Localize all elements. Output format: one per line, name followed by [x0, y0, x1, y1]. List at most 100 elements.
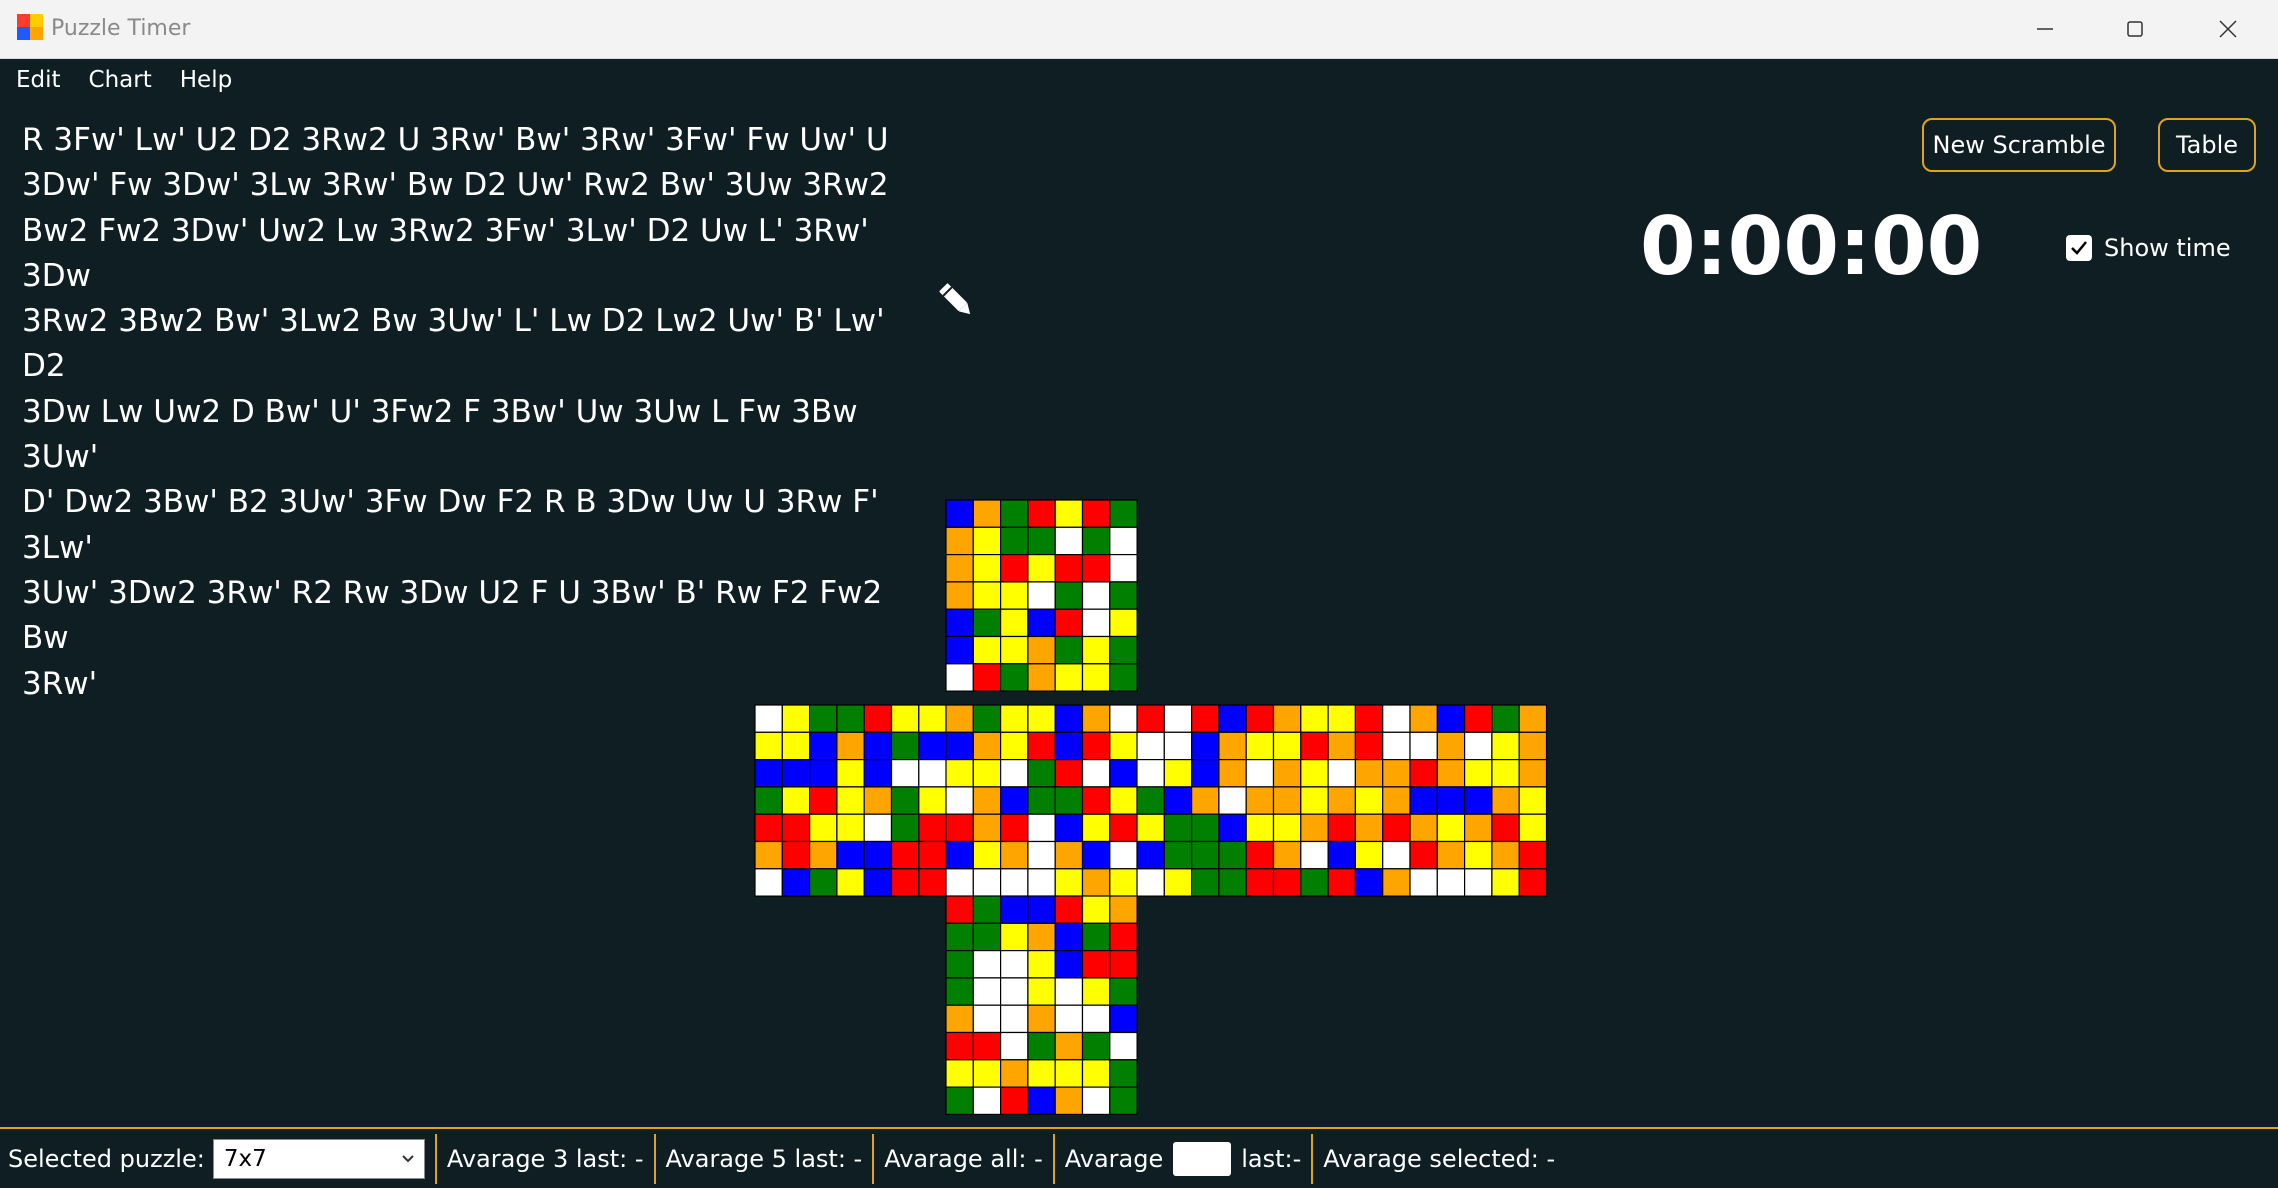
cube-sticker-right	[1163, 840, 1193, 870]
cube-sticker-up	[999, 608, 1029, 638]
cube-sticker-right	[1218, 786, 1247, 815]
cube-sticker-left	[890, 868, 920, 897]
cube-sticker-up	[1081, 499, 1111, 528]
cube-sticker-up	[1109, 663, 1138, 692]
cube-sticker-right	[1327, 758, 1356, 788]
cube-sticker-left	[890, 813, 920, 843]
cube-sticker-left	[863, 786, 893, 815]
cube-sticker-up	[1027, 553, 1056, 583]
cube-sticker-front	[999, 868, 1029, 897]
cube-sticker-left	[836, 758, 865, 788]
cube-sticker-down	[1054, 1004, 1084, 1034]
cube-sticker-down	[1027, 895, 1056, 924]
cube-sticker-right	[1409, 758, 1438, 788]
cube-sticker-right	[1354, 813, 1384, 843]
cube-sticker-right	[1436, 731, 1466, 761]
cube-sticker-down	[999, 895, 1029, 924]
cube-sticker-up	[1109, 499, 1138, 528]
cube-sticker-right	[1518, 731, 1548, 761]
cube-sticker-up	[945, 526, 974, 556]
cube-sticker-right	[1190, 786, 1220, 815]
cube-sticker-front	[1081, 813, 1111, 843]
cube-sticker-left	[863, 731, 893, 761]
cube-sticker-front	[999, 786, 1029, 815]
cube-sticker-up	[1081, 663, 1111, 692]
average-5-last: Avarage 5 last: -	[665, 1144, 863, 1173]
cube-sticker-up	[945, 663, 974, 692]
cube-sticker-right	[1190, 840, 1220, 870]
cube-sticker-left	[754, 868, 783, 897]
cube-sticker-right	[1491, 786, 1520, 815]
cube-sticker-right	[1136, 840, 1165, 870]
cube-sticker-front	[1054, 731, 1084, 761]
puzzle-select-value: 7x7	[223, 1145, 267, 1172]
cube-sticker-left	[836, 786, 865, 815]
cube-sticker-right	[1272, 840, 1302, 870]
cube-sticker-right	[1300, 758, 1329, 788]
cube-sticker-right	[1518, 758, 1548, 788]
cube-sticker-front	[945, 813, 974, 843]
cube-sticker-front	[1109, 786, 1138, 815]
cube-sticker-left	[781, 868, 811, 897]
cube-sticker-up	[1081, 581, 1111, 610]
cube-sticker-right	[1245, 786, 1275, 815]
cube-sticker-up	[945, 581, 974, 610]
cube-sticker-front	[945, 868, 974, 897]
cube-sticker-down	[945, 922, 974, 952]
cube-sticker-down	[1081, 1031, 1111, 1061]
cube-sticker-down	[1027, 949, 1056, 979]
cube-sticker-front	[1109, 813, 1138, 843]
cube-sticker-right	[1163, 813, 1193, 843]
cube-sticker-up	[1027, 608, 1056, 638]
cube-sticker-right	[1409, 868, 1438, 897]
cube-sticker-front	[972, 731, 1002, 761]
cube-sticker-up	[1027, 581, 1056, 610]
average-count-input[interactable]	[1173, 1141, 1232, 1176]
divider	[653, 1133, 656, 1184]
cube-sticker-right	[1382, 758, 1411, 788]
cube-sticker-right	[1436, 813, 1466, 843]
puzzle-select[interactable]: 7x7	[212, 1138, 425, 1179]
divider	[872, 1133, 875, 1184]
cube-sticker-up	[1109, 608, 1138, 638]
cube-sticker-right	[1518, 704, 1548, 733]
cube-sticker-right	[1245, 731, 1275, 761]
cube-sticker-right	[1163, 704, 1193, 733]
cube-sticker-right	[1463, 868, 1493, 897]
cube-sticker-front	[1081, 731, 1111, 761]
cube-sticker-up	[972, 581, 1002, 610]
cube-sticker-right	[1136, 813, 1165, 843]
cube-sticker-up	[972, 663, 1002, 692]
cube-sticker-left	[781, 840, 811, 870]
cube-sticker-left	[890, 786, 920, 815]
average-3-last: Avarage 3 last: -	[446, 1144, 644, 1173]
cube-sticker-right	[1491, 840, 1520, 870]
cube-sticker-up	[1054, 553, 1084, 583]
cube-sticker-down	[972, 977, 1002, 1006]
cube-sticker-down	[1054, 1086, 1084, 1115]
cube-sticker-up	[1027, 635, 1056, 665]
cube-sticker-up	[972, 526, 1002, 556]
cube-sticker-down	[999, 922, 1029, 952]
divider	[1311, 1133, 1314, 1184]
cube-sticker-front	[999, 813, 1029, 843]
cube-sticker-right	[1463, 840, 1493, 870]
cube-sticker-right	[1136, 731, 1165, 761]
cube-sticker-right	[1136, 786, 1165, 815]
cube-sticker-up	[999, 499, 1029, 528]
cube-sticker-left	[781, 704, 811, 733]
cube-sticker-right	[1190, 731, 1220, 761]
cube-sticker-down	[972, 1086, 1002, 1115]
cube-sticker-right	[1218, 758, 1247, 788]
cube-sticker-left	[754, 758, 783, 788]
cube-sticker-down	[972, 1004, 1002, 1034]
cube-sticker-left	[918, 868, 947, 897]
cube-sticker-down	[1109, 1059, 1138, 1088]
cube-sticker-right	[1272, 868, 1302, 897]
cube-sticker-left	[808, 840, 838, 870]
cube-sticker-right	[1327, 840, 1356, 870]
cube-sticker-up	[1027, 526, 1056, 556]
cube-sticker-right	[1327, 731, 1356, 761]
cube-sticker-left	[863, 840, 893, 870]
cube-sticker-right	[1190, 868, 1220, 897]
